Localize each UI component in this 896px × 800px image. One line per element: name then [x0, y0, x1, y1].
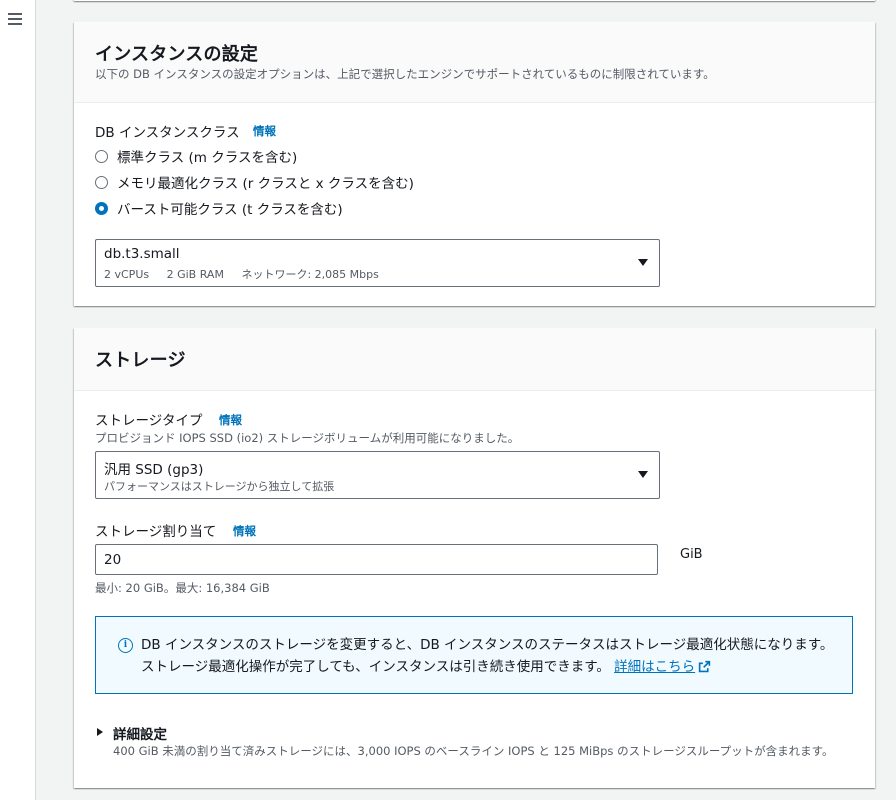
- learn-more-link[interactable]: 詳細はこちら: [614, 659, 711, 675]
- alert-text: DB インスタンスのストレージを変更すると、DB インスタンスのステータスはスト…: [141, 637, 834, 675]
- storage-title: ストレージ: [95, 350, 186, 371]
- vcpu-spec: 2 vCPUs: [104, 268, 150, 281]
- side-navigation: [0, 0, 36, 800]
- radio-button[interactable]: [95, 176, 108, 189]
- info-circle-icon: i: [118, 638, 133, 653]
- instance-class-select[interactable]: db.t3.small 2 vCPUs 2 GiB RAM ネットワーク: 2,…: [95, 239, 660, 287]
- storage-type-note: プロビジョンド IOPS SSD (io2) ストレージボリュームが利用可能にな…: [95, 431, 520, 445]
- selected-instance-class: db.t3.small: [104, 246, 180, 262]
- db-instance-class-info-link[interactable]: 情報: [253, 123, 276, 139]
- storage-allocation-constraint: 最小: 20 GiB。最大: 16,384 GiB: [95, 581, 270, 595]
- storage-header: ストレージ: [74, 328, 875, 391]
- instance-config-panel: インスタンスの設定 以下の DB インスタンスの設定オプションは、上記で選択した…: [74, 22, 875, 306]
- storage-allocation-info-link[interactable]: 情報: [233, 523, 256, 539]
- caret-down-icon: [638, 259, 648, 266]
- instance-class-specs: 2 vCPUs 2 GiB RAM ネットワーク: 2,085 Mbps: [104, 266, 393, 282]
- radio-label: メモリ最適化クラス (r クラスと x クラスを含む): [117, 176, 414, 192]
- caret-down-icon: [638, 471, 648, 478]
- instance-config-description: 以下の DB インスタンスの設定オプションは、上記で選択したエンジンでサポートさ…: [95, 67, 715, 81]
- network-spec: ネットワーク: 2,085 Mbps: [241, 268, 379, 281]
- radio-label: 標準クラス (m クラスを含む): [117, 150, 298, 166]
- ram-spec: 2 GiB RAM: [166, 268, 224, 281]
- storage-info-alert: i DB インスタンスのストレージを変更すると、DB インスタンスのステータスは…: [95, 616, 853, 694]
- storage-type-description: パフォーマンスはストレージから独立して拡張: [104, 480, 335, 493]
- storage-panel: ストレージ ストレージタイプ 情報 プロビジョンド IOPS SSD (io2)…: [74, 328, 875, 788]
- advanced-settings-label: 詳細設定: [113, 727, 167, 743]
- advanced-settings-description: 400 GiB 未満の割り当て済みストレージには、3,000 IOPS のベース…: [113, 744, 834, 758]
- storage-type-select[interactable]: 汎用 SSD (gp3) パフォーマンスはストレージから独立して拡張: [95, 451, 660, 499]
- storage-allocation-input[interactable]: [95, 544, 658, 575]
- selected-storage-type: 汎用 SSD (gp3): [104, 462, 204, 478]
- hamburger-menu-icon[interactable]: [8, 13, 22, 25]
- storage-type-label: ストレージタイプ: [95, 413, 203, 429]
- radio-button[interactable]: [95, 150, 108, 163]
- db-instance-class-label: DB インスタンスクラス: [95, 125, 240, 141]
- radio-button-selected[interactable]: [95, 202, 108, 215]
- alert-message: DB インスタンスのストレージを変更すると、DB インスタンスのステータスはスト…: [141, 634, 841, 678]
- caret-right-icon: [97, 728, 103, 736]
- previous-section-card: [74, 0, 875, 1]
- storage-allocation-label: ストレージ割り当て: [95, 524, 217, 540]
- instance-config-header: インスタンスの設定 以下の DB インスタンスの設定オプションは、上記で選択した…: [74, 22, 875, 103]
- instance-config-title: インスタンスの設定: [95, 44, 259, 65]
- external-link-icon: [698, 660, 711, 673]
- radio-label: バースト可能クラス (t クラスを含む): [117, 202, 343, 218]
- storage-unit-label: GiB: [680, 547, 703, 562]
- storage-type-info-link[interactable]: 情報: [219, 412, 242, 428]
